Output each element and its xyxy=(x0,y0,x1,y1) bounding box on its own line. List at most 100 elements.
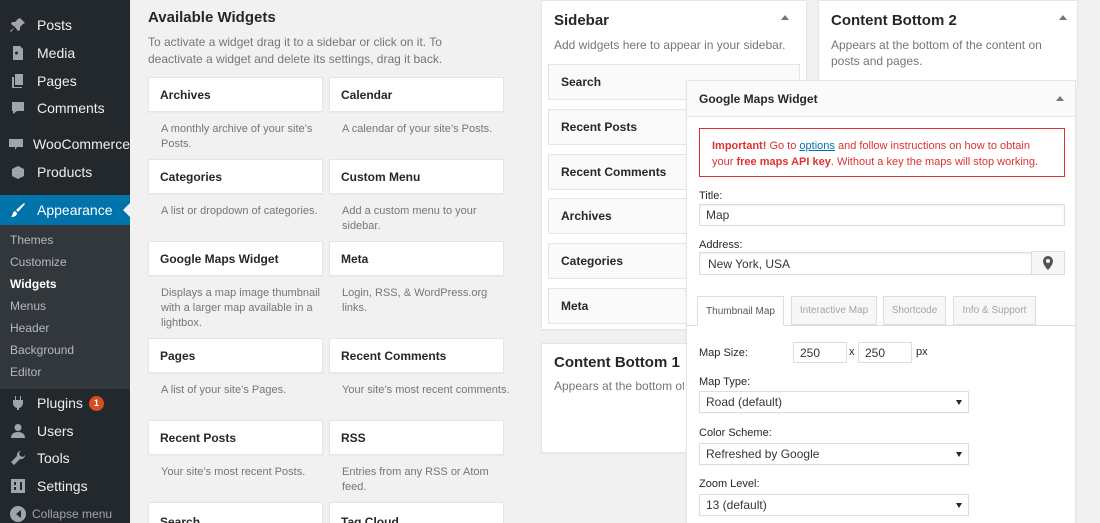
widget-search[interactable]: Search xyxy=(148,502,323,523)
widget-archives[interactable]: Archives xyxy=(148,77,323,112)
submenu-header[interactable]: Header xyxy=(10,321,49,335)
collapse-menu-button[interactable]: Collapse menu xyxy=(0,504,130,523)
widget-description: A monthly archive of your site’s Posts. xyxy=(161,123,313,150)
collapse-caret-icon[interactable] xyxy=(781,15,789,20)
widget-description: Displays a map image thumbnail with a la… xyxy=(161,287,320,329)
sidebar-title[interactable]: Sidebar xyxy=(554,12,609,29)
widget-description: Login, RSS, & WordPress.org links. xyxy=(342,287,488,314)
menu-products[interactable]: Products xyxy=(0,158,130,186)
content-bottom-1-title[interactable]: Content Bottom 1 xyxy=(554,354,680,371)
media-icon xyxy=(8,43,28,63)
address-label: Address: xyxy=(699,239,743,251)
menu-label: Comments xyxy=(37,100,105,116)
title-input[interactable] xyxy=(699,204,1065,226)
widget-recent-posts[interactable]: Recent Posts xyxy=(148,420,323,455)
menu-tools[interactable]: Tools xyxy=(0,444,130,472)
map-type-value: Road (default) xyxy=(706,395,783,409)
collapse-caret-icon[interactable] xyxy=(1056,96,1064,101)
submenu-background[interactable]: Background xyxy=(10,343,74,357)
menu-label: Products xyxy=(37,164,93,180)
content-bottom-1-description: Appears at the bottom of the content on … xyxy=(554,379,684,393)
widget-description: A list of your site’s Pages. xyxy=(161,384,287,396)
menu-label: Posts xyxy=(37,17,73,33)
submenu-widgets[interactable]: Widgets xyxy=(10,277,57,291)
settings-icon xyxy=(8,476,28,496)
color-scheme-select[interactable]: Refreshed by Google xyxy=(699,443,969,465)
user-icon xyxy=(8,421,28,441)
dropdown-arrow-icon xyxy=(956,452,962,457)
menu-woocommerce[interactable]: WooCommerce xyxy=(0,130,130,158)
products-icon xyxy=(8,162,28,182)
pin-location-button[interactable] xyxy=(1031,251,1065,275)
zoom-level-select[interactable]: 13 (default) xyxy=(699,494,969,516)
widget-description: Your site’s most recent Posts. xyxy=(161,466,306,478)
comments-icon xyxy=(8,98,28,118)
widget-calendar[interactable]: Calendar xyxy=(329,77,504,112)
pages-icon xyxy=(8,71,28,91)
collapse-caret-icon[interactable] xyxy=(1059,15,1067,20)
color-scheme-label: Color Scheme: xyxy=(699,427,772,439)
widget-title: Google Maps Widget xyxy=(699,92,818,106)
widget-recent-comments[interactable]: Recent Comments xyxy=(329,338,504,373)
map-height-input[interactable] xyxy=(858,342,912,363)
menu-appearance[interactable]: Appearance xyxy=(0,195,130,225)
menu-media[interactable]: Media xyxy=(0,39,130,67)
tab-thumbnail-map[interactable]: Thumbnail Map xyxy=(697,296,784,326)
notice-text: . Without a key the maps will stop worki… xyxy=(830,156,1039,168)
submenu-menus[interactable]: Menus xyxy=(10,299,46,313)
menu-label: Users xyxy=(37,423,74,439)
menu-users[interactable]: Users xyxy=(0,417,130,445)
sidebar-description: Add widgets here to appear in your sideb… xyxy=(554,38,786,52)
tab-shortcode[interactable]: Shortcode xyxy=(883,296,946,325)
menu-plugins[interactable]: Plugins 1 xyxy=(0,389,130,417)
color-scheme-value: Refreshed by Google xyxy=(706,447,820,461)
widget-description: A list or dropdown of categories. xyxy=(161,205,318,217)
wrench-icon xyxy=(8,448,28,468)
available-widgets-description: To activate a widget drag it to a sideba… xyxy=(148,35,443,66)
widget-categories[interactable]: Categories xyxy=(148,159,323,194)
menu-label: Settings xyxy=(37,478,88,494)
options-link[interactable]: options xyxy=(799,140,834,152)
menu-settings[interactable]: Settings xyxy=(0,472,130,500)
menu-posts[interactable]: Posts xyxy=(0,11,130,39)
api-key-notice: Important! Go to options and follow inst… xyxy=(699,128,1065,177)
widget-rss[interactable]: RSS xyxy=(329,420,504,455)
collapse-label: Collapse menu xyxy=(32,507,113,521)
notice-text: Go to xyxy=(766,140,800,152)
tab-interactive-map[interactable]: Interactive Map xyxy=(791,296,877,325)
woocommerce-icon xyxy=(8,134,24,154)
plugins-update-badge: 1 xyxy=(88,395,104,411)
map-type-select[interactable]: Road (default) xyxy=(699,391,969,413)
widget-description: Add a custom menu to your sidebar. xyxy=(342,205,477,232)
title-label: Title: xyxy=(699,190,723,202)
widget-meta[interactable]: Meta xyxy=(329,241,504,276)
widget-google-maps[interactable]: Google Maps Widget xyxy=(148,241,323,276)
submenu-customize[interactable]: Customize xyxy=(10,255,67,269)
menu-label: WooCommerce xyxy=(33,136,130,152)
collapse-arrow-icon xyxy=(10,506,26,522)
menu-label: Plugins xyxy=(37,395,83,411)
menu-label: Appearance xyxy=(37,202,113,218)
content-bottom-2-title[interactable]: Content Bottom 2 xyxy=(831,12,957,29)
dropdown-arrow-icon xyxy=(956,400,962,405)
zoom-level-value: 13 (default) xyxy=(706,498,767,512)
widget-description: Entries from any RSS or Atom feed. xyxy=(342,466,489,493)
map-width-input[interactable] xyxy=(793,342,847,363)
widget-tag-cloud[interactable]: Tag Cloud xyxy=(329,502,504,523)
widget-pages[interactable]: Pages xyxy=(148,338,323,373)
admin-menu: Posts Media Pages Comments WooCommerce P… xyxy=(0,0,130,523)
menu-label: Pages xyxy=(37,73,77,89)
widget-header[interactable]: Google Maps Widget xyxy=(687,81,1075,117)
appearance-submenu: Themes Customize Widgets Menus Header Ba… xyxy=(0,225,130,389)
widget-custom-menu[interactable]: Custom Menu xyxy=(329,159,504,194)
submenu-editor[interactable]: Editor xyxy=(10,365,41,379)
address-input[interactable] xyxy=(699,252,1032,275)
size-separator: x xyxy=(849,346,855,358)
notice-bold: free maps API key xyxy=(736,156,831,168)
menu-label: Media xyxy=(37,45,76,61)
content-bottom-2-description: Appears at the bottom of the content on … xyxy=(831,38,1042,68)
tab-info-support[interactable]: Info & Support xyxy=(953,296,1036,325)
menu-pages[interactable]: Pages xyxy=(0,67,130,95)
menu-comments[interactable]: Comments xyxy=(0,94,130,122)
submenu-themes[interactable]: Themes xyxy=(10,233,53,247)
